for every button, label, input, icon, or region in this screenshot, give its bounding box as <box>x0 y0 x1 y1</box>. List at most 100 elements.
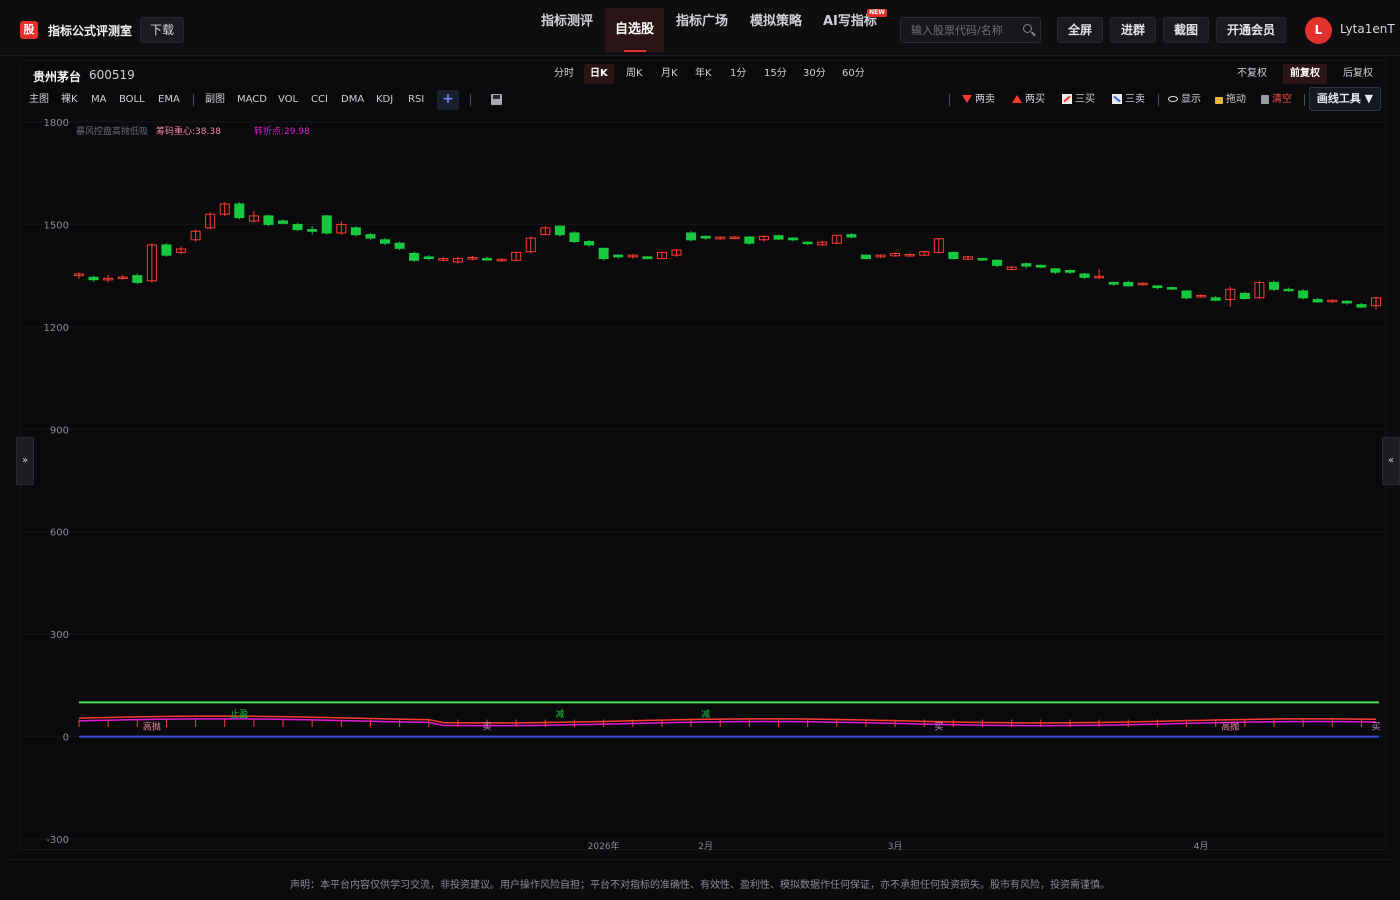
candle-body <box>1356 304 1367 308</box>
candle-body <box>686 232 697 241</box>
kline-chart[interactable]: 1800 1500 1200 900 600 300 0 -300 暴风控盘高抛低吸 筹码重心:3… <box>21 61 1387 851</box>
x-tick-label: 2026年 <box>588 840 620 851</box>
join-group-button[interactable]: 进群 <box>1110 17 1157 43</box>
app-logo-icon[interactable]: 股 <box>20 21 38 39</box>
candle-body <box>700 235 711 239</box>
candle-body <box>1079 273 1090 278</box>
signal-label: 减 <box>701 708 710 720</box>
candle-body <box>1108 281 1119 285</box>
fullscreen-button[interactable]: 全屏 <box>1057 17 1104 43</box>
candle-body <box>292 223 303 231</box>
left-panel-toggle[interactable]: » <box>16 437 34 485</box>
y-tick-label: 1500 <box>44 220 69 231</box>
candle-body <box>1298 290 1309 299</box>
candle-body <box>1152 285 1163 289</box>
candle-body <box>642 256 653 260</box>
candle-body <box>613 254 624 258</box>
signal-label: 买 <box>1371 722 1380 733</box>
x-tick-label: 3月 <box>888 841 903 851</box>
x-tick-label: 2月 <box>698 841 713 851</box>
signal-label: 高抛 <box>143 721 161 733</box>
download-button[interactable]: 下载 <box>140 17 185 43</box>
nav-ai-write-indicator[interactable]: AI写指标 NEW <box>823 0 887 44</box>
app-root: 股 指标公式评测室 下载 指标测评 自选股 指标广场 模拟策略 AI写指标 NE… <box>0 0 1400 900</box>
legend-entry: 暴风控盘高抛低吸 <box>76 125 148 137</box>
candle-body <box>977 258 988 261</box>
candle-body <box>598 247 609 260</box>
x-tick-label: 4月 <box>1194 841 1209 851</box>
candle-body <box>1283 288 1294 292</box>
legend-entry: 筹码重心:38.38 <box>156 125 221 137</box>
y-tick-label: 300 <box>50 630 69 641</box>
app-title[interactable]: 指标公式评测室 <box>48 22 132 39</box>
candle-body <box>1050 268 1061 273</box>
new-badge: NEW <box>867 9 887 17</box>
candle-body <box>307 229 318 232</box>
membership-button[interactable]: 开通会员 <box>1216 17 1287 43</box>
candle-body <box>132 275 143 283</box>
user-avatar[interactable]: L <box>1305 17 1332 44</box>
disclaimer-text: 声明：本平台内容仅供学习交流，非投资建议。用户操作风险自担；平台不对指标的准确性… <box>290 880 1110 891</box>
nav-watchlist[interactable]: 自选股 <box>605 8 665 52</box>
candle-body <box>992 259 1003 266</box>
candle-body <box>1021 263 1032 267</box>
candle-body <box>161 244 172 256</box>
chart-panel: 贵州茅台 600519 分时 日K 周K 月K 年K 1分 15分 30分 60… <box>20 60 1387 851</box>
candle-body <box>234 203 245 219</box>
candle-body <box>365 234 376 239</box>
candle-body <box>554 225 565 236</box>
search-icon[interactable] <box>1023 24 1032 33</box>
candle-body <box>788 237 799 241</box>
nav-simulation-strategy[interactable]: 模拟策略 <box>750 0 802 44</box>
nav-indicator-review[interactable]: 指标测评 <box>541 0 593 44</box>
candle-body <box>321 215 332 234</box>
signal-label: 买 <box>934 722 943 733</box>
signal-label: 买 <box>483 722 492 733</box>
signal-label: 止盈 <box>230 708 248 720</box>
candle-body <box>1210 297 1221 301</box>
signal-label: 高抛 <box>1221 721 1239 733</box>
y-tick-label: 1800 <box>44 118 69 129</box>
candle-body <box>773 235 784 240</box>
candle-body <box>948 251 959 260</box>
candle-body <box>802 241 813 245</box>
stock-search-input[interactable] <box>911 22 1019 39</box>
candle-body <box>423 256 434 260</box>
legend-entry: 转折点:29.98 <box>254 125 310 137</box>
top-navigation-bar: 股 指标公式评测室 下载 指标测评 自选股 指标广场 模拟策略 AI写指标 NE… <box>0 0 1400 56</box>
candle-body <box>860 254 871 260</box>
y-tick-label: 600 <box>50 528 69 539</box>
candle-body <box>1181 290 1192 299</box>
candle-body <box>482 258 493 261</box>
y-tick-label: 0 <box>63 733 69 744</box>
right-panel-toggle[interactable]: « <box>1382 437 1400 485</box>
candle-body <box>1123 281 1134 287</box>
username[interactable]: Lyta1enT <box>1340 22 1395 36</box>
candle-body <box>1268 281 1280 290</box>
signal-label: 减 <box>555 708 564 720</box>
screenshot-button[interactable]: 截图 <box>1163 17 1210 43</box>
candle-body <box>350 227 361 236</box>
candle-body <box>1035 264 1046 268</box>
y-tick-label: 1200 <box>44 323 69 334</box>
candle-body <box>846 234 857 238</box>
candle-body <box>88 276 99 281</box>
candle-body <box>1341 300 1352 304</box>
candle-body <box>1239 292 1250 300</box>
candle-body <box>263 215 274 225</box>
candle-body <box>409 252 420 261</box>
candle-body <box>1312 299 1323 303</box>
nav-indicator-plaza[interactable]: 指标广场 <box>676 0 728 44</box>
candle-body <box>380 239 391 244</box>
candle-body <box>1166 287 1177 290</box>
stock-search-box[interactable] <box>900 17 1041 43</box>
candle-body <box>394 242 405 249</box>
candle-body <box>744 236 755 244</box>
footer-divider <box>8 859 1392 860</box>
indicator-turning-line <box>78 718 1377 727</box>
candle-body <box>569 232 580 242</box>
candle-body <box>278 220 289 224</box>
y-tick-label: -300 <box>46 835 69 846</box>
y-tick-label: 900 <box>50 425 69 436</box>
candle-body <box>584 241 595 246</box>
